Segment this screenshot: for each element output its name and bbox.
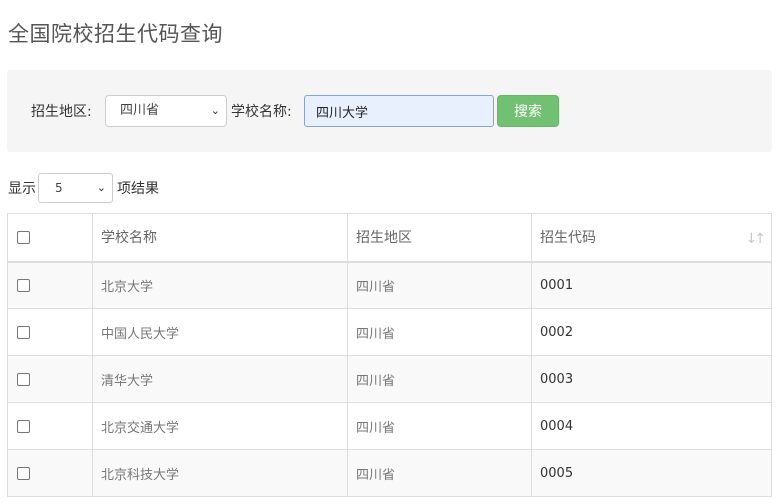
row-checkbox[interactable] bbox=[17, 278, 30, 292]
cell-code: 0004 bbox=[531, 402, 772, 450]
school-name-label: 学校名称: bbox=[231, 104, 292, 120]
cell-school-name: 北京大学 bbox=[92, 261, 348, 309]
cell-region: 四川省 bbox=[347, 355, 532, 403]
select-all-checkbox[interactable] bbox=[17, 230, 30, 244]
row-checkbox-cell bbox=[7, 402, 93, 450]
cell-school-name: 清华大学 bbox=[92, 355, 348, 403]
select-all-cell bbox=[7, 213, 93, 263]
row-checkbox-cell bbox=[7, 308, 93, 356]
search-panel: 招生地区: 四川省 ⌄ 学校名称: 搜索 bbox=[7, 70, 772, 152]
cell-school-name: 北京科技大学 bbox=[92, 449, 348, 497]
table-row: 北京大学 四川省 0001 bbox=[7, 261, 772, 309]
row-checkbox[interactable] bbox=[17, 325, 30, 339]
cell-region: 四川省 bbox=[347, 449, 532, 497]
table-header-row: 学校名称 招生地区 招生代码 ↓↑ bbox=[7, 213, 772, 263]
cell-code: 0005 bbox=[531, 449, 772, 497]
row-checkbox[interactable] bbox=[17, 466, 30, 480]
row-checkbox[interactable] bbox=[17, 372, 30, 386]
table-row: 清华大学 四川省 0003 bbox=[7, 355, 772, 403]
table-row: 北京交通大学 四川省 0004 bbox=[7, 402, 772, 450]
region-select-value: 四川省 bbox=[120, 103, 160, 118]
chevron-down-icon: ⌄ bbox=[210, 104, 220, 117]
table-row: 北京科技大学 四川省 0005 bbox=[7, 449, 772, 497]
row-checkbox-cell bbox=[7, 355, 93, 403]
results-table: 学校名称 招生地区 招生代码 ↓↑ 北京大学 四川省 0001 中国人民大学 四川省 00… bbox=[7, 213, 772, 497]
region-label: 招生地区: bbox=[31, 104, 92, 120]
page-length-select[interactable]: 5 ⌄ bbox=[38, 173, 113, 203]
row-checkbox[interactable] bbox=[17, 419, 30, 433]
cell-code: 0002 bbox=[531, 308, 772, 356]
sort-arrows-icon[interactable]: ↓↑ bbox=[746, 231, 767, 247]
region-select[interactable]: 四川省 ⌄ bbox=[105, 95, 227, 127]
table-row: 中国人民大学 四川省 0002 bbox=[7, 308, 772, 356]
cell-region: 四川省 bbox=[347, 261, 532, 309]
column-header-code-label: 招生代码 bbox=[540, 230, 596, 247]
column-header-region[interactable]: 招生地区 bbox=[347, 213, 532, 263]
cell-code: 0001 bbox=[531, 261, 772, 309]
column-header-code[interactable]: 招生代码 ↓↑ bbox=[531, 213, 772, 263]
page-length-value: 5 bbox=[55, 181, 63, 195]
page-length-suffix: 项结果 bbox=[117, 181, 159, 197]
column-header-school-name[interactable]: 学校名称 bbox=[92, 213, 348, 263]
chevron-down-icon: ⌄ bbox=[96, 181, 106, 194]
cell-region: 四川省 bbox=[347, 308, 532, 356]
row-checkbox-cell bbox=[7, 449, 93, 497]
cell-region: 四川省 bbox=[347, 402, 532, 450]
row-checkbox-cell bbox=[7, 261, 93, 309]
school-name-input[interactable] bbox=[304, 95, 494, 127]
search-button[interactable]: 搜索 bbox=[497, 95, 559, 127]
page-title: 全国院校招生代码查询 bbox=[8, 22, 223, 46]
cell-school-name: 中国人民大学 bbox=[92, 308, 348, 356]
cell-school-name: 北京交通大学 bbox=[92, 402, 348, 450]
cell-code: 0003 bbox=[531, 355, 772, 403]
page-length-prefix: 显示 bbox=[8, 181, 36, 197]
